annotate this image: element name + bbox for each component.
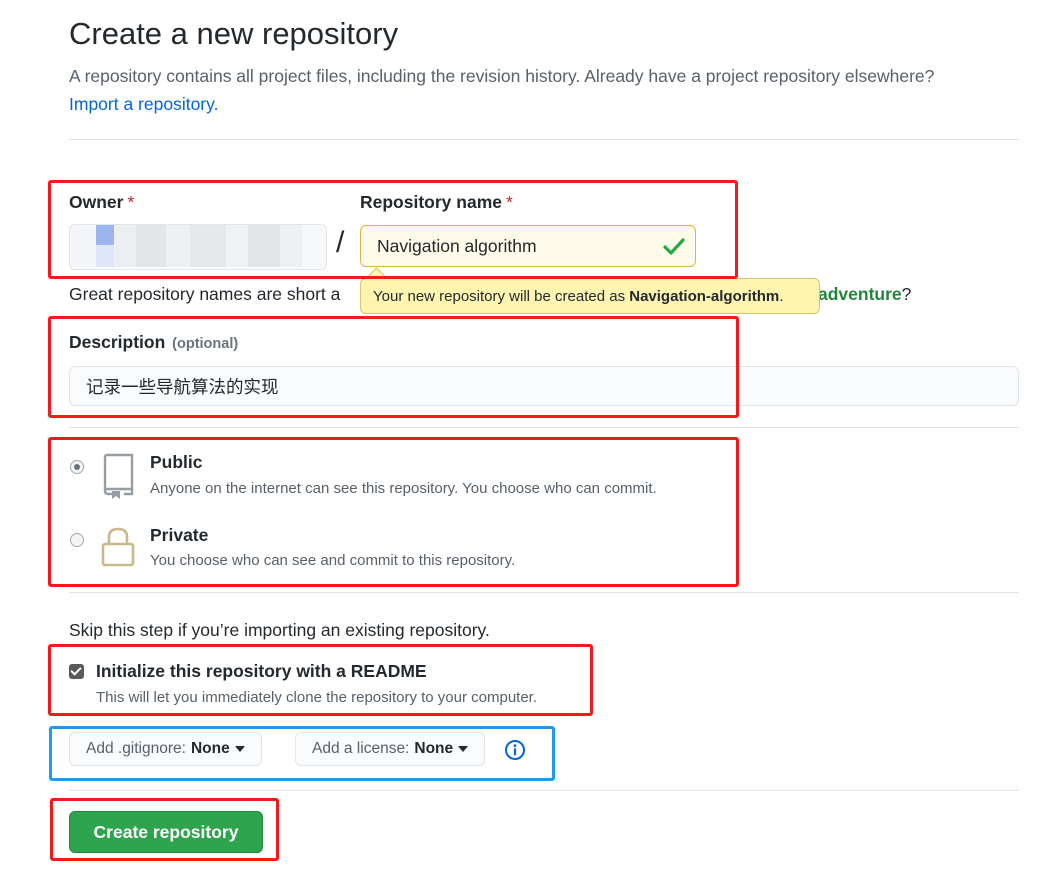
tooltip-suffix: .: [779, 287, 784, 305]
subtitle-text: A repository contains all project files,…: [69, 66, 935, 86]
highlight-frame-owner-name: [48, 180, 738, 279]
suggested-name[interactable]: adventure: [818, 284, 902, 304]
highlight-frame-description: [48, 316, 739, 418]
skip-step-text: Skip this step if you’re importing an ex…: [69, 620, 490, 640]
hint-suffix: ?: [901, 284, 912, 304]
highlight-frame-options: [49, 726, 555, 781]
repo-name-hint-suggestion: adventure?: [818, 284, 911, 305]
page-subtitle: A repository contains all project files,…: [69, 62, 1019, 118]
tooltip-repo-name: Navigation-algorithm: [629, 287, 780, 305]
page-title: Create a new repository: [69, 16, 399, 51]
import-repository-link[interactable]: Import a repository.: [69, 94, 218, 114]
highlight-frame-submit: [50, 798, 279, 861]
highlight-frame-readme: [48, 644, 593, 716]
divider: [69, 427, 1019, 428]
repo-name-tooltip: Your new repository will be created as N…: [360, 278, 820, 314]
divider: [69, 139, 1019, 140]
repo-name-hint: Great repository names are short a: [69, 284, 341, 304]
highlight-frame-visibility: [48, 437, 739, 587]
tooltip-prefix: Your new repository will be created as: [373, 287, 626, 305]
divider: [69, 592, 1019, 593]
divider: [69, 790, 1019, 791]
